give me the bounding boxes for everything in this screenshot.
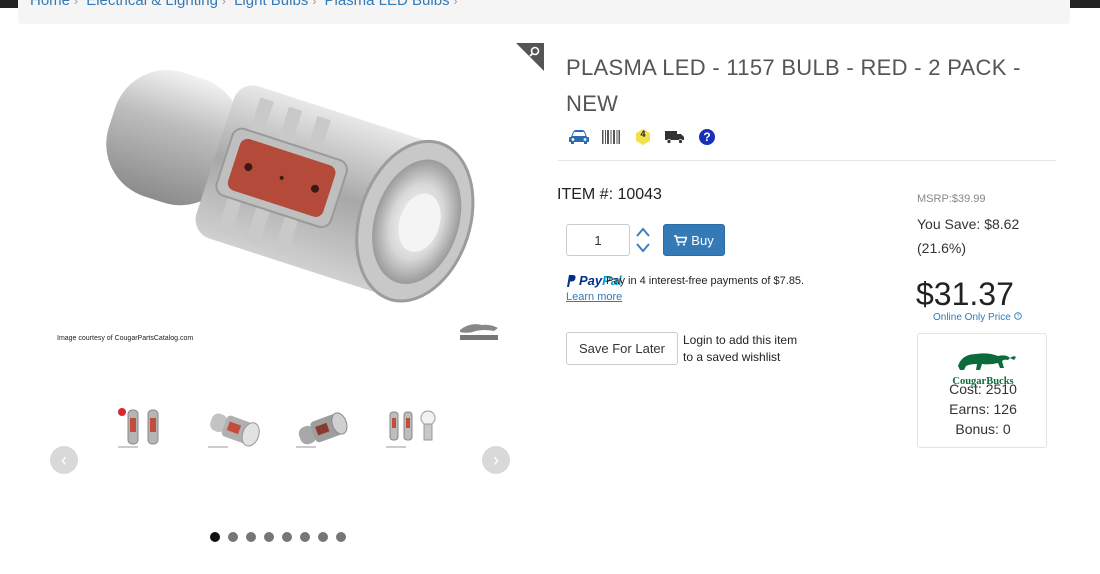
barcode-icon[interactable] — [600, 127, 622, 147]
buy-button-label: Buy — [691, 232, 714, 248]
thumbnail-4[interactable] — [382, 404, 446, 452]
product-image[interactable] — [55, 50, 515, 350]
wishlist-login-note-line-1: Login to add this item — [683, 333, 798, 347]
cougar-bucks-earns: Earns: 126 — [949, 401, 1017, 417]
carousel-dot-3[interactable] — [246, 532, 256, 542]
breadcrumb-separator: › — [221, 0, 226, 8]
online-only-price-label: Online Only Price — [933, 312, 1011, 323]
breadcrumb-separator: › — [453, 0, 458, 8]
thumbnail-1[interactable] — [114, 404, 178, 452]
save-for-later-button[interactable]: Save For Later — [566, 332, 678, 365]
product-icon-row: 4 ? — [568, 127, 718, 147]
carousel-dot-7[interactable] — [318, 532, 328, 542]
zoom-icon[interactable] — [516, 43, 544, 71]
quantity-stepper[interactable] — [634, 224, 652, 256]
you-save-amount: You Save: $8.62 — [917, 216, 1020, 232]
product-title: PLASMA LED - 1157 BULB - RED - 2 PACK - … — [566, 55, 1021, 116]
carousel-prev-button[interactable]: ‹ — [50, 446, 78, 474]
you-save-text: You Save: $8.62 (21.6%) — [917, 212, 1057, 260]
svg-text:?: ? — [1016, 314, 1019, 320]
help-icon[interactable]: ? — [696, 127, 718, 147]
svg-text:?: ? — [703, 130, 710, 144]
sale-price: $31.37 — [916, 276, 1014, 312]
carousel-dots — [210, 532, 346, 542]
cougar-bucks-cost: Cost: 2510 — [949, 381, 1017, 397]
buy-button[interactable]: Buy — [663, 224, 725, 256]
truck-icon[interactable] — [664, 127, 686, 147]
info-icon: ? — [1013, 312, 1022, 320]
online-only-price-link[interactable]: Online Only Price ? — [933, 312, 1022, 323]
breadcrumb-electrical-lighting[interactable]: Electrical & Lighting — [86, 0, 218, 9]
paypal-p-icon — [567, 274, 576, 287]
msrp-price: MSRP:$39.99 — [917, 193, 986, 205]
title-divider — [558, 160, 1056, 161]
wishlist-login-note-line-2: to a saved wishlist — [683, 350, 781, 364]
cougar-bucks-bonus: Bonus: 0 — [955, 421, 1011, 437]
carousel-dot-5[interactable] — [282, 532, 292, 542]
paypal-logo-pay: Pay — [579, 273, 603, 288]
wishlist-login-note: Login to add this item to a saved wishli… — [683, 332, 797, 366]
carousel-dot-8[interactable] — [336, 532, 346, 542]
breadcrumb-light-bulbs[interactable]: Light Bulbs — [234, 0, 308, 9]
cougar-watermark-logo — [460, 324, 498, 340]
breadcrumb: Home › Electrical & Lighting › Light Bulbs… — [18, 0, 1070, 24]
quantity-input[interactable] — [566, 224, 630, 256]
carousel-dot-6[interactable] — [300, 532, 310, 542]
breadcrumb-home[interactable]: Home — [30, 0, 70, 9]
rank-badge-number: 4 — [640, 129, 646, 139]
thumbnail-3[interactable] — [292, 404, 356, 452]
carousel-next-button[interactable]: › — [482, 446, 510, 474]
car-icon[interactable] — [568, 127, 590, 147]
paypal-learn-more-link[interactable]: Learn more — [566, 291, 622, 303]
breadcrumb-plasma-led-bulbs[interactable]: Plasma LED Bulbs — [324, 0, 449, 9]
carousel-dot-4[interactable] — [264, 532, 274, 542]
cougar-bucks-panel: CougarBucks Cost: 2510 Earns: 126 Bonus:… — [917, 333, 1047, 448]
thumbnail-2[interactable] — [204, 404, 268, 452]
carousel-dot-2[interactable] — [228, 532, 238, 542]
breadcrumb-separator: › — [312, 0, 317, 8]
you-save-percent: (21.6%) — [917, 240, 967, 256]
image-courtesy-text: Image courtesy of CougarPartsCatalog.com — [57, 335, 194, 342]
rank-badge-icon[interactable]: 4 — [632, 127, 654, 147]
item-number: ITEM #: 10043 — [557, 186, 662, 203]
cart-icon — [674, 234, 688, 246]
breadcrumb-separator: › — [74, 0, 79, 8]
paypal-installment-text: Pay in 4 interest-free payments of $7.85… — [606, 275, 805, 287]
carousel-dot-1[interactable] — [210, 532, 220, 542]
